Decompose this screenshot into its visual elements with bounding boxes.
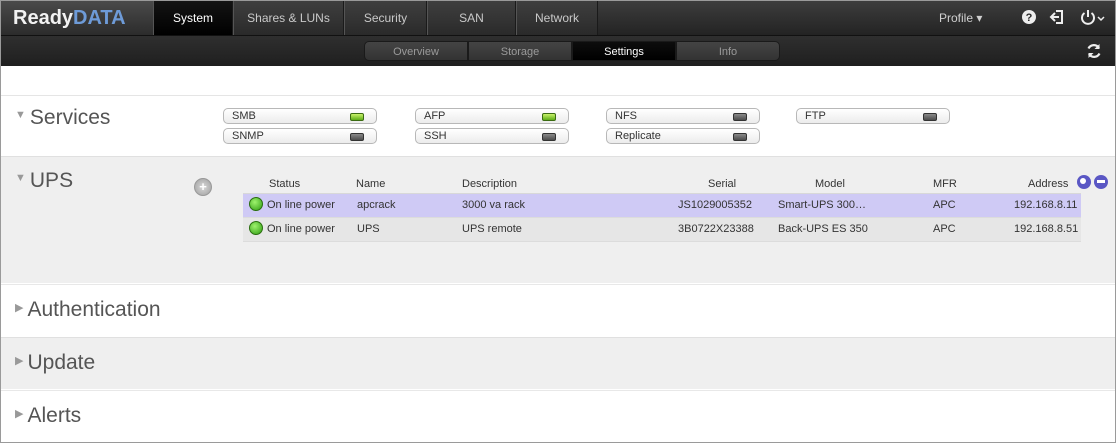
status-text: On line power [267, 199, 335, 211]
row-mfr: APC [933, 199, 956, 211]
alerts-section: ▶ Alerts [1, 390, 1115, 442]
service-afp[interactable]: AFP [415, 108, 569, 124]
subtab-overview[interactable]: Overview [364, 41, 468, 61]
service-snmp[interactable]: SNMP [223, 128, 377, 144]
remove-circle-icon[interactable] [1094, 175, 1108, 189]
status-ok-icon [249, 221, 263, 236]
row-serial: JS1029005352 [678, 199, 753, 211]
profile-menu[interactable]: Profile ▾ [939, 1, 982, 35]
top-nav-bar: ReadyDATA System Shares & LUNs Security … [1, 1, 1115, 36]
status-led-icon [923, 113, 937, 121]
authentication-title: Authentication [27, 298, 161, 321]
logo-text-data: DATA [73, 7, 126, 29]
tab-shares-luns[interactable]: Shares & LUNs [233, 1, 344, 35]
status-ok-icon [249, 197, 263, 212]
status-led-icon [733, 113, 747, 121]
logo-text-ready: Ready [13, 7, 74, 29]
col-description[interactable]: Description [462, 175, 517, 193]
add-ups-icon[interactable]: + [194, 178, 212, 196]
update-section: ▶ Update [1, 337, 1115, 389]
row-description: 3000 va rack [462, 199, 525, 211]
app-window: ReadyDATA System Shares & LUNs Security … [0, 0, 1116, 443]
service-nfs-label: NFS [615, 110, 637, 122]
col-status[interactable]: Status [269, 175, 300, 193]
row-model: Back-UPS ES 350 [778, 223, 868, 235]
service-ftp-label: FTP [805, 110, 826, 122]
col-model[interactable]: Model [815, 175, 845, 193]
subtab-settings[interactable]: Settings [572, 41, 676, 61]
col-name[interactable]: Name [356, 175, 385, 193]
collapse-triangle-icon: ▼ [15, 109, 26, 122]
expand-triangle-icon: ▶ [15, 301, 24, 314]
col-address[interactable]: Address [1028, 175, 1068, 193]
collapse-triangle-icon: ▼ [15, 172, 26, 185]
tab-security[interactable]: Security [344, 1, 427, 35]
sub-nav-bar: Overview Storage Settings Info [1, 36, 1115, 66]
help-icon-glyph: ? [1022, 10, 1036, 24]
service-replicate[interactable]: Replicate [606, 128, 760, 144]
row-model: Smart-UPS 300… [778, 199, 867, 211]
power-icon[interactable] [1079, 9, 1107, 27]
tab-san[interactable]: SAN [427, 1, 516, 35]
status-led-icon [733, 133, 747, 141]
logout-icon-glyph [1049, 10, 1063, 24]
subtab-storage[interactable]: Storage [468, 41, 572, 61]
status-led-icon [350, 133, 364, 141]
service-ssh[interactable]: SSH [415, 128, 569, 144]
service-snmp-label: SNMP [232, 130, 264, 142]
row-mfr: APC [933, 223, 956, 235]
services-section: ▼ Services SMB AFP NFS FTP SNMP SSH Repli… [1, 95, 1115, 155]
table-row[interactable]: On line power apcrack 3000 va rack JS102… [243, 194, 1081, 218]
row-serial: 3B0722X23388 [678, 223, 754, 235]
row-address: 192.168.8.51 [1014, 223, 1079, 235]
row-description: UPS remote [462, 223, 522, 235]
row-name: apcrack [357, 199, 396, 211]
status-led-icon [542, 113, 556, 121]
ups-title: UPS [29, 169, 74, 192]
subtab-info[interactable]: Info [676, 41, 780, 61]
col-serial[interactable]: Serial [708, 175, 736, 193]
service-smb-label: SMB [232, 110, 256, 122]
row-name: UPS [357, 223, 380, 235]
tab-network[interactable]: Network [516, 1, 598, 35]
service-afp-label: AFP [424, 110, 446, 122]
service-nfs[interactable]: NFS [606, 108, 760, 124]
services-header[interactable]: ▼ Services [15, 106, 110, 130]
update-title: Update [27, 351, 96, 374]
alerts-header[interactable]: ▶ Alerts [15, 404, 81, 428]
refresh-icon[interactable] [1085, 42, 1103, 60]
row-status: On line power [249, 218, 335, 241]
ups-table: Status Name Description Serial Model MFR… [243, 175, 1081, 242]
service-replicate-label: Replicate [615, 130, 661, 142]
authentication-section: ▶ Authentication [1, 284, 1115, 336]
service-ftp[interactable]: FTP [796, 108, 950, 124]
svg-text:?: ? [1026, 12, 1033, 24]
logout-icon[interactable] [1049, 9, 1067, 27]
table-row[interactable]: On line power UPS UPS remote 3B0722X2338… [243, 218, 1081, 242]
update-header[interactable]: ▶ Update [15, 351, 95, 375]
row-status: On line power [249, 194, 335, 217]
col-mfr[interactable]: MFR [933, 175, 957, 193]
refresh-icon-glyph [1087, 44, 1101, 58]
power-icon-glyph [1081, 10, 1105, 25]
expand-triangle-icon: ▶ [15, 354, 24, 367]
tab-system[interactable]: System [153, 1, 233, 35]
authentication-header[interactable]: ▶ Authentication [15, 298, 161, 322]
expand-triangle-icon: ▶ [15, 407, 24, 420]
row-address: 192.168.8.11 [1014, 199, 1078, 211]
alerts-title: Alerts [27, 404, 82, 427]
status-led-icon [350, 113, 364, 121]
table-header: Status Name Description Serial Model MFR… [243, 175, 1081, 194]
readydata-logo: ReadyDATA [1, 1, 153, 35]
status-text: On line power [267, 223, 335, 235]
ups-header[interactable]: ▼ UPS [15, 169, 73, 193]
help-icon[interactable]: ? [1020, 9, 1038, 27]
service-ssh-label: SSH [424, 130, 447, 142]
status-led-icon [542, 133, 556, 141]
service-smb[interactable]: SMB [223, 108, 377, 124]
services-title: Services [29, 106, 111, 129]
ups-section: ▼ UPS + Status Name Description Serial Mo… [1, 156, 1115, 283]
